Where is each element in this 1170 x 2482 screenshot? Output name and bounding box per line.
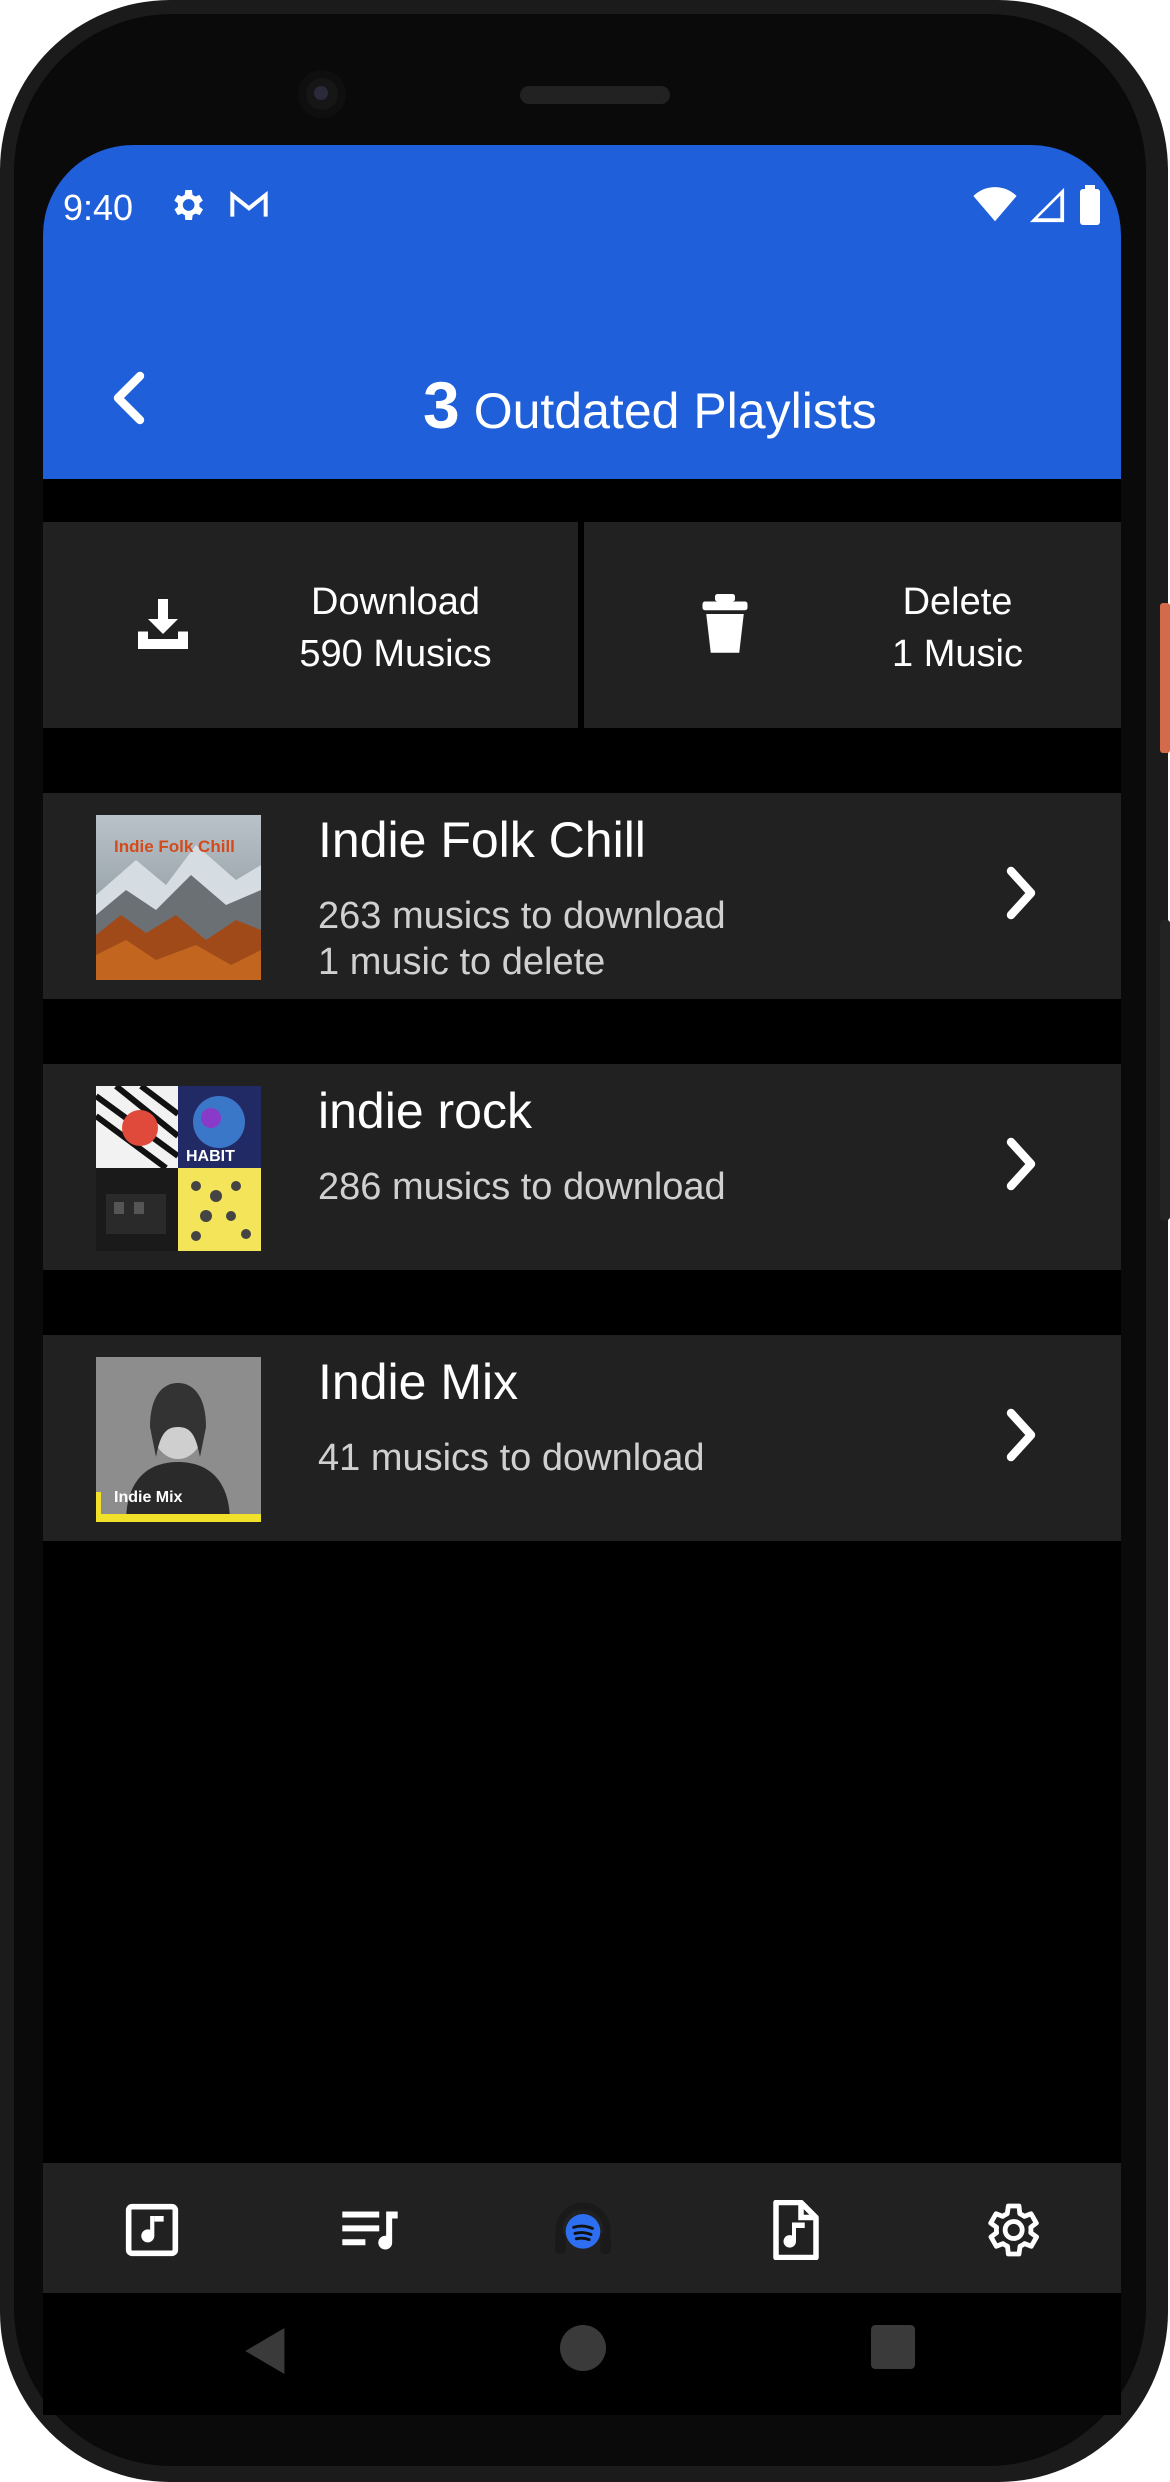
system-navigation-bar — [43, 2293, 1121, 2415]
back-button[interactable] — [93, 363, 163, 433]
chevron-left-icon — [113, 371, 145, 425]
playlist-cover: Indie Folk Chill — [96, 815, 261, 980]
playlist-row-indie-mix[interactable]: Indie Mix Indie Mix 41 musics to downloa… — [43, 1335, 1121, 1541]
cover-title: HABIT — [186, 1148, 235, 1165]
to-download-count: 41 musics to download — [318, 1437, 705, 1479]
playlist-name: Indie Folk Chill — [318, 812, 646, 868]
power-button — [1160, 603, 1170, 753]
nav-local-files-button[interactable] — [761, 2195, 831, 2265]
front-camera — [298, 70, 346, 118]
system-recents-button[interactable] — [871, 2325, 915, 2374]
playlist-cover: Indie Mix — [96, 1357, 261, 1522]
playlist-row-indie-rock[interactable]: HABIT indie rock 286 musics to download — [43, 1064, 1121, 1270]
chevron-right-icon — [1003, 1134, 1039, 1199]
chevron-right-icon — [1003, 863, 1039, 928]
phone-frame: 9:40 3 Outdated Playlists Download 590 M… — [0, 0, 1170, 2482]
playlist-stats: 263 musics to download 1 music to delete — [318, 893, 726, 985]
playlist-name: Indie Mix — [318, 1354, 519, 1410]
playlist-stats: 41 musics to download — [318, 1435, 705, 1481]
gear-icon — [988, 2203, 1039, 2257]
cover-title: Indie Mix — [114, 1489, 183, 1506]
screen: 9:40 3 Outdated Playlists Download 590 M… — [43, 145, 1121, 2415]
playlist-stats: 286 musics to download — [318, 1164, 726, 1210]
nav-playlists-button[interactable] — [335, 2195, 405, 2265]
download-label: Download 590 Musics — [233, 576, 558, 680]
nav-music-button[interactable] — [117, 2195, 187, 2265]
volume-button — [1160, 920, 1170, 1220]
nav-sync-button[interactable] — [548, 2195, 618, 2265]
cellular-signal-icon — [1027, 186, 1067, 229]
playlist-cover: HABIT — [96, 1086, 261, 1251]
triangle-back-icon — [245, 2328, 285, 2374]
status-bar: 9:40 — [43, 177, 1121, 237]
download-count: 590 Musics — [299, 633, 492, 675]
delete-label-line1: Delete — [902, 581, 1013, 623]
settings-status-icon — [167, 185, 207, 230]
square-recents-icon — [871, 2325, 915, 2369]
to-download-count: 286 musics to download — [318, 1166, 726, 1208]
download-icon — [133, 594, 193, 659]
delete-count: 1 Music — [892, 633, 1023, 675]
bottom-navigation — [43, 2163, 1121, 2293]
cover-title: Indie Folk Chill — [114, 837, 235, 856]
chevron-right-icon — [1003, 1405, 1039, 1470]
download-label-line1: Download — [311, 581, 480, 623]
music-note-icon — [125, 2203, 179, 2257]
page-title-label: Outdated Playlists — [473, 383, 877, 439]
earpiece-speaker — [520, 86, 670, 104]
battery-icon — [1077, 185, 1103, 230]
wifi-icon — [973, 187, 1017, 228]
to-delete-count: 1 music to delete — [318, 941, 606, 983]
headphones-logo-icon — [555, 2202, 611, 2254]
gmail-status-icon — [229, 189, 269, 226]
music-file-icon — [773, 2200, 819, 2260]
nav-settings-button[interactable] — [976, 2195, 1046, 2265]
status-indicators — [973, 185, 1103, 230]
delete-all-button[interactable]: Delete 1 Music — [584, 522, 1121, 728]
trash-icon — [702, 594, 748, 659]
page-title: 3 Outdated Playlists — [423, 367, 877, 443]
system-home-button[interactable] — [560, 2325, 606, 2376]
playlist-name: indie rock — [318, 1083, 532, 1139]
system-back-button[interactable] — [243, 2325, 289, 2382]
download-all-button[interactable]: Download 590 Musics — [43, 522, 578, 728]
circle-home-icon — [560, 2325, 606, 2371]
outdated-count: 3 — [423, 368, 460, 442]
playlist-row-indie-folk-chill[interactable]: Indie Folk Chill Indie Folk Chill 263 mu… — [43, 793, 1121, 999]
status-time: 9:40 — [63, 187, 134, 228]
to-download-count: 263 musics to download — [318, 895, 726, 937]
playlist-icon — [342, 2211, 398, 2250]
app-bar: 9:40 3 Outdated Playlists — [43, 145, 1121, 479]
delete-label: Delete 1 Music — [814, 576, 1101, 680]
